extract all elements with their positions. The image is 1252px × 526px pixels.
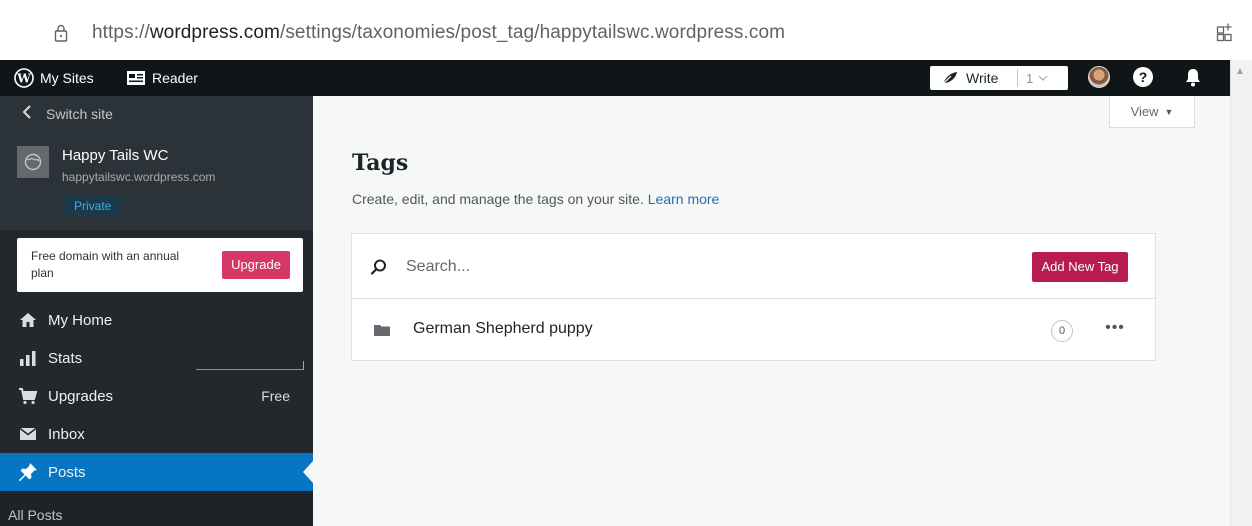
switch-site-label: Switch site: [46, 106, 113, 122]
sidebar-item-label: Inbox: [48, 425, 85, 443]
my-sites-label: My Sites: [40, 70, 94, 86]
url-domain: wordpress.com: [149, 22, 280, 43]
sidebar-item-inbox[interactable]: Inbox: [0, 415, 313, 453]
page-title: Tags: [352, 150, 409, 176]
learn-more-link[interactable]: Learn more: [648, 191, 720, 207]
caret-down-icon: ▼: [1164, 106, 1174, 117]
notifications-bell-icon[interactable]: [1184, 67, 1202, 87]
drafts-count: 1: [1026, 70, 1034, 86]
page-scrollbar[interactable]: [1230, 60, 1252, 526]
stats-sparkline: [196, 352, 304, 370]
mail-icon: [18, 424, 38, 444]
add-new-tag-button[interactable]: Add New Tag: [1032, 252, 1128, 282]
sidebar-item-label: Posts: [48, 463, 86, 481]
active-item-indicator: [303, 461, 313, 483]
description-text: Create, edit, and manage the tags on you…: [352, 191, 644, 207]
pushpin-icon: [18, 462, 38, 482]
sidebar-item-my-home[interactable]: My Home: [0, 301, 313, 339]
search-input[interactable]: [406, 255, 966, 279]
apps-grid-icon[interactable]: [1216, 22, 1236, 42]
site-title: Happy Tails WC: [62, 147, 169, 164]
url-text[interactable]: https://wordpress.com/settings/taxonomie…: [92, 22, 785, 44]
view-dropdown-button[interactable]: View ▼: [1109, 96, 1195, 128]
chevron-left-icon: [22, 104, 32, 124]
write-label: Write: [966, 70, 999, 86]
submenu-item-all-posts[interactable]: All Posts: [8, 507, 62, 523]
write-pen-icon: [942, 71, 958, 85]
view-label: View: [1130, 104, 1159, 119]
upgrade-nudge-text: Free domain with an annual plan: [31, 249, 180, 280]
stats-bars-icon: [18, 348, 38, 368]
url-path: /settings/taxonomies/post_tag/happytails…: [279, 22, 786, 43]
cart-icon: [18, 386, 38, 406]
sidebar-item-upgrades[interactable]: Upgrades Free: [0, 377, 313, 415]
reader-icon: [126, 70, 146, 86]
page-description: Create, edit, and manage the tags on you…: [352, 191, 719, 207]
drafts-count-dropdown[interactable]: 1: [1018, 71, 1048, 86]
lock-icon: [54, 24, 68, 42]
switch-site-link[interactable]: Switch site: [0, 96, 313, 132]
svg-text:W: W: [16, 72, 31, 86]
reader-label: Reader: [152, 70, 198, 86]
tag-count-badge: 0: [1051, 320, 1073, 342]
write-button[interactable]: Write 1: [930, 66, 1068, 90]
user-avatar[interactable]: [1088, 66, 1110, 88]
tag-name[interactable]: German Shepherd puppy: [413, 320, 593, 338]
more-options-ellipsis-icon[interactable]: •••: [1100, 318, 1130, 342]
chevron-down-icon: [1038, 75, 1048, 81]
scroll-up-arrow-icon[interactable]: ▲: [1235, 66, 1245, 77]
sidebar-item-label: Stats: [48, 349, 83, 367]
home-icon: [18, 310, 38, 330]
site-url: happytailswc.wordpress.com: [62, 170, 216, 184]
my-sites-link[interactable]: W My Sites: [14, 60, 94, 96]
private-badge: Private: [64, 196, 122, 216]
free-badge: Free: [261, 388, 290, 404]
search-icon[interactable]: [370, 258, 388, 276]
wordpress-logo-icon: W: [14, 68, 34, 88]
sidebar-item-label: Upgrades: [48, 387, 114, 405]
reader-link[interactable]: Reader: [126, 60, 198, 96]
url-scheme: https://: [92, 22, 150, 43]
upgrade-button[interactable]: Upgrade: [222, 251, 290, 279]
sidebar-item-label: My Home: [48, 311, 113, 329]
folder-icon: [373, 323, 391, 337]
help-icon[interactable]: ?: [1133, 67, 1153, 87]
site-globe-icon: [17, 146, 49, 178]
sidebar-item-posts[interactable]: Posts: [0, 453, 313, 491]
